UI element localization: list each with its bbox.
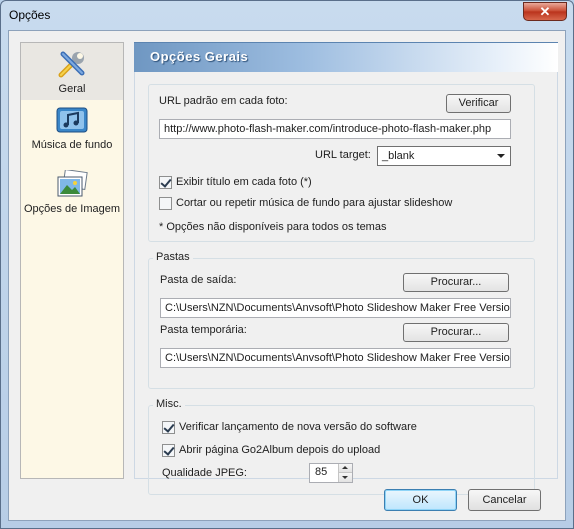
music-icon — [56, 107, 88, 133]
tools-icon — [58, 51, 85, 78]
output-browse-button[interactable]: Procurar... — [403, 273, 509, 292]
url-target-value: _blank — [382, 150, 415, 162]
temp-folder-field[interactable]: C:\Users\NZN\Documents\Anvsoft\Photo Sli… — [160, 348, 511, 368]
page-title: Opções Gerais — [150, 49, 249, 64]
url-label: URL padrão em cada foto: — [159, 95, 288, 107]
general-group: URL padrão em cada foto: Verificar http:… — [148, 84, 535, 242]
sidebar-item-general[interactable]: Geral — [21, 43, 123, 100]
show-title-checkbox[interactable] — [159, 176, 172, 189]
window-title: Opções — [9, 8, 51, 22]
output-folder-label: Pasta de saída: — [160, 274, 237, 286]
image-icon — [57, 170, 88, 197]
url-target-select[interactable]: _blank — [377, 146, 511, 166]
section-header: Opções Gerais — [134, 42, 558, 72]
cut-music-label: Cortar ou repetir música de fundo para a… — [176, 197, 453, 209]
sidebar-item-label: Música de fundo — [31, 139, 113, 151]
temp-folder-label: Pasta temporária: — [160, 324, 247, 336]
cancel-button[interactable]: Cancelar — [468, 489, 541, 511]
misc-group: Misc. Verificar lançamento de nova versã… — [148, 398, 535, 495]
folders-legend: Pastas — [153, 251, 193, 263]
cut-music-checkbox[interactable] — [159, 197, 172, 210]
themes-note: * Opções não disponíveis para todos os t… — [159, 221, 387, 233]
url-target-label: URL target: — [315, 149, 371, 161]
open-page-label: Abrir página Go2Album depois do upload — [179, 444, 381, 456]
jpeg-quality-value: 85 — [315, 466, 328, 478]
cut-music-option[interactable]: Cortar ou repetir música de fundo para a… — [159, 197, 519, 211]
check-update-checkbox[interactable] — [162, 421, 175, 434]
sidebar-nav: Geral Música de fundo Opções de Imagem — [20, 42, 124, 479]
open-page-checkbox[interactable] — [162, 444, 175, 457]
settings-panel: URL padrão em cada foto: Verificar http:… — [134, 72, 558, 495]
chevron-down-icon — [497, 154, 505, 158]
stepper-buttons — [338, 464, 352, 482]
options-window: Opções ✕ Geral Música de fundo Opções de… — [0, 0, 574, 529]
jpeg-quality-label: Qualidade JPEG: — [162, 467, 247, 479]
open-page-option[interactable]: Abrir página Go2Album depois do upload — [162, 444, 522, 458]
sidebar-item-label: Geral — [58, 83, 86, 95]
check-update-label: Verificar lançamento de nova versão do s… — [179, 421, 417, 433]
increment-icon[interactable] — [339, 464, 352, 473]
show-title-option[interactable]: Exibir título em cada foto (*) — [159, 176, 509, 190]
sidebar-item-label: Opções de Imagem — [24, 203, 120, 215]
check-update-option[interactable]: Verificar lançamento de nova versão do s… — [162, 421, 522, 435]
folders-group: Pastas Pasta de saída: Procurar... C:\Us… — [148, 251, 535, 389]
dialog-body: Geral Música de fundo Opções de Imagem O… — [8, 30, 566, 521]
temp-browse-button[interactable]: Procurar... — [403, 323, 509, 342]
title-bar[interactable]: Opções ✕ — [1, 1, 573, 31]
decrement-icon[interactable] — [339, 473, 352, 482]
url-field[interactable]: http://www.photo-flash-maker.com/introdu… — [159, 119, 511, 139]
show-title-label: Exibir título em cada foto (*) — [176, 176, 312, 188]
close-button[interactable]: ✕ — [523, 2, 567, 21]
sidebar-item-music[interactable]: Música de fundo — [21, 106, 123, 164]
sidebar-item-image-options[interactable]: Opções de Imagem — [21, 170, 123, 228]
verify-button[interactable]: Verificar — [446, 94, 511, 113]
jpeg-quality-stepper[interactable]: 85 — [309, 463, 353, 483]
ok-button[interactable]: OK — [384, 489, 457, 511]
misc-legend: Misc. — [153, 398, 185, 410]
output-folder-field[interactable]: C:\Users\NZN\Documents\Anvsoft\Photo Sli… — [160, 298, 511, 318]
